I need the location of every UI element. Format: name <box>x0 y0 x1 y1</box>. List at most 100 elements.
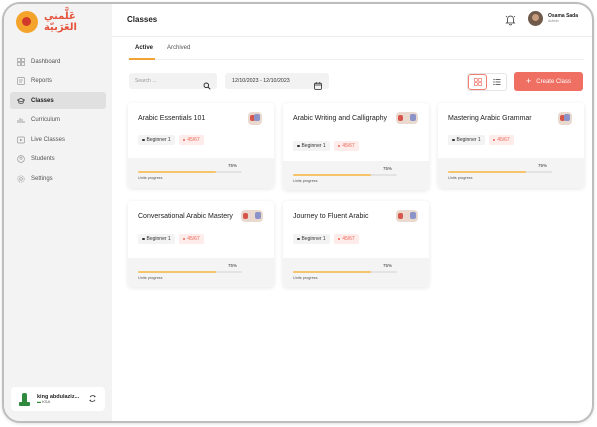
curriculum-icon <box>17 116 25 124</box>
list-view-button[interactable] <box>487 74 506 90</box>
class-title: Mastering Arabic Grammar <box>448 115 532 122</box>
search-input[interactable]: Search ... <box>129 73 217 90</box>
sidebar-item-settings[interactable]: Settings <box>10 171 106 188</box>
class-thumbnail <box>396 112 418 124</box>
count-text: 45/67 <box>187 236 200 242</box>
level-text: Beginner 1 <box>456 137 481 143</box>
user-role: Admin <box>548 19 559 24</box>
tabs-divider <box>128 59 584 60</box>
sidebar-item-curriculum[interactable]: Curriculum <box>10 112 106 129</box>
sidebar-item-students[interactable]: Students <box>10 151 106 168</box>
class-card[interactable]: Arabic Writing and Calligraphy Beginner … <box>283 103 429 190</box>
tab-active[interactable]: Active <box>128 45 160 58</box>
progress-bar <box>448 171 552 173</box>
progress-fill <box>293 174 371 176</box>
class-card[interactable]: Conversational Arabic Mastery Beginner 1… <box>128 201 274 287</box>
class-thumbnail <box>558 112 572 125</box>
level-text: Beginner 1 <box>301 143 326 149</box>
class-thumbnail <box>396 210 418 222</box>
sidebar-item-label: Curriculum <box>31 117 61 124</box>
sidebar-item-label: Live Classes <box>31 136 66 143</box>
plus-icon: + <box>526 76 532 86</box>
class-tabs: Active Archived <box>128 45 197 58</box>
notification-bell-icon[interactable] <box>505 13 516 26</box>
count-badge: 45/67 <box>333 141 359 151</box>
user-menu[interactable]: Osama Sada Admin <box>528 11 578 26</box>
account-country: ▬ KSA <box>37 398 51 404</box>
progress-fill <box>293 271 371 273</box>
progress-label: Units progress <box>293 179 318 183</box>
class-title: Arabic Writing and Calligraphy <box>293 115 388 122</box>
create-class-label: Create Class <box>536 78 571 85</box>
app-logo[interactable]: عَلَّمني العَرَبيّة <box>16 11 112 33</box>
sidebar-item-label: Settings <box>31 176 53 183</box>
count-text: 45/67 <box>187 137 200 143</box>
progress-percent: 75% <box>228 263 238 268</box>
count-text: 45/67 <box>342 143 355 149</box>
count-badge: 45/67 <box>178 135 204 145</box>
level-badge: Beginner 1 <box>448 135 485 145</box>
search-icon <box>203 77 211 90</box>
level-text: Beginner 1 <box>301 236 326 242</box>
class-title: Journey to Fluent Arabic <box>293 213 369 220</box>
class-card[interactable]: Journey to Fluent Arabic Beginner 1 45/6… <box>283 201 429 287</box>
progress-fill <box>138 271 216 273</box>
progress-percent: 75% <box>383 166 393 171</box>
progress-label: Units progress <box>138 176 163 180</box>
logo-icon <box>16 11 38 33</box>
live-classes-icon <box>17 136 25 144</box>
app-window: عَلَّمني العَرَبيّة Dashboard Reports Cl… <box>2 2 594 423</box>
sidebar-item-label: Students <box>31 156 55 163</box>
class-title: Arabic Essentials 101 <box>138 115 206 122</box>
class-card[interactable]: Mastering Arabic Grammar Beginner 1 45/6… <box>438 103 584 188</box>
progress-label: Units progress <box>138 276 163 280</box>
date-range-picker[interactable]: 12/10/2023 - 12/10/2023 <box>225 73 329 90</box>
count-badge: 45/67 <box>178 234 204 244</box>
calendar-icon <box>314 77 322 90</box>
avatar <box>528 11 543 26</box>
sidebar-item-live-classes[interactable]: Live Classes <box>10 131 106 148</box>
count-text: 45/67 <box>342 236 355 242</box>
progress-bar <box>293 174 397 176</box>
class-card[interactable]: Arabic Essentials 101 Beginner 1 45/67 7… <box>128 103 274 188</box>
sidebar-item-classes[interactable]: Classes <box>10 92 106 110</box>
search-placeholder: Search ... <box>135 78 157 84</box>
settings-icon <box>17 175 25 183</box>
dashboard-icon <box>17 57 25 66</box>
classes-icon <box>17 97 25 105</box>
sidebar-item-reports[interactable]: Reports <box>10 73 106 90</box>
active-tab-indicator <box>129 58 155 60</box>
account-switcher[interactable]: king abdulaziz... ▬ KSA <box>11 387 105 411</box>
tab-archived[interactable]: Archived <box>160 45 197 58</box>
grid-icon <box>473 73 482 91</box>
level-text: Beginner 1 <box>146 236 171 242</box>
logo-text: عَلَّمني العَرَبيّة <box>43 11 77 33</box>
sidebar: عَلَّمني العَرَبيّة Dashboard Reports Cl… <box>4 4 112 421</box>
progress-percent: 75% <box>228 163 238 168</box>
class-thumbnail <box>248 112 262 125</box>
progress-fill <box>138 171 216 173</box>
sidebar-item-label: Dashboard <box>31 58 61 65</box>
progress-label: Units progress <box>293 276 318 280</box>
count-badge: 45/67 <box>333 234 359 244</box>
progress-bar <box>293 271 397 273</box>
sidebar-nav: Dashboard Reports Classes Curriculum Liv… <box>10 53 106 190</box>
grid-view-button[interactable] <box>468 74 487 90</box>
create-class-button[interactable]: + Create Class <box>514 72 583 91</box>
class-thumbnail <box>241 210 263 222</box>
sidebar-item-dashboard[interactable]: Dashboard <box>10 53 106 70</box>
level-badge: Beginner 1 <box>293 234 330 244</box>
progress-bar <box>138 271 242 273</box>
sidebar-item-label: Classes <box>31 97 54 104</box>
class-title: Conversational Arabic Mastery <box>138 213 233 220</box>
switch-account-icon[interactable] <box>88 394 97 405</box>
level-badge: Beginner 1 <box>138 135 175 145</box>
top-bar: Classes Osama Sada Admin <box>112 4 592 37</box>
list-icon <box>492 73 501 91</box>
progress-percent: 75% <box>383 263 393 268</box>
progress-percent: 75% <box>538 163 548 168</box>
sidebar-item-label: Reports <box>31 78 53 85</box>
level-badge: Beginner 1 <box>293 141 330 151</box>
account-country-text: KSA <box>42 398 51 404</box>
page-title: Classes <box>127 15 158 24</box>
